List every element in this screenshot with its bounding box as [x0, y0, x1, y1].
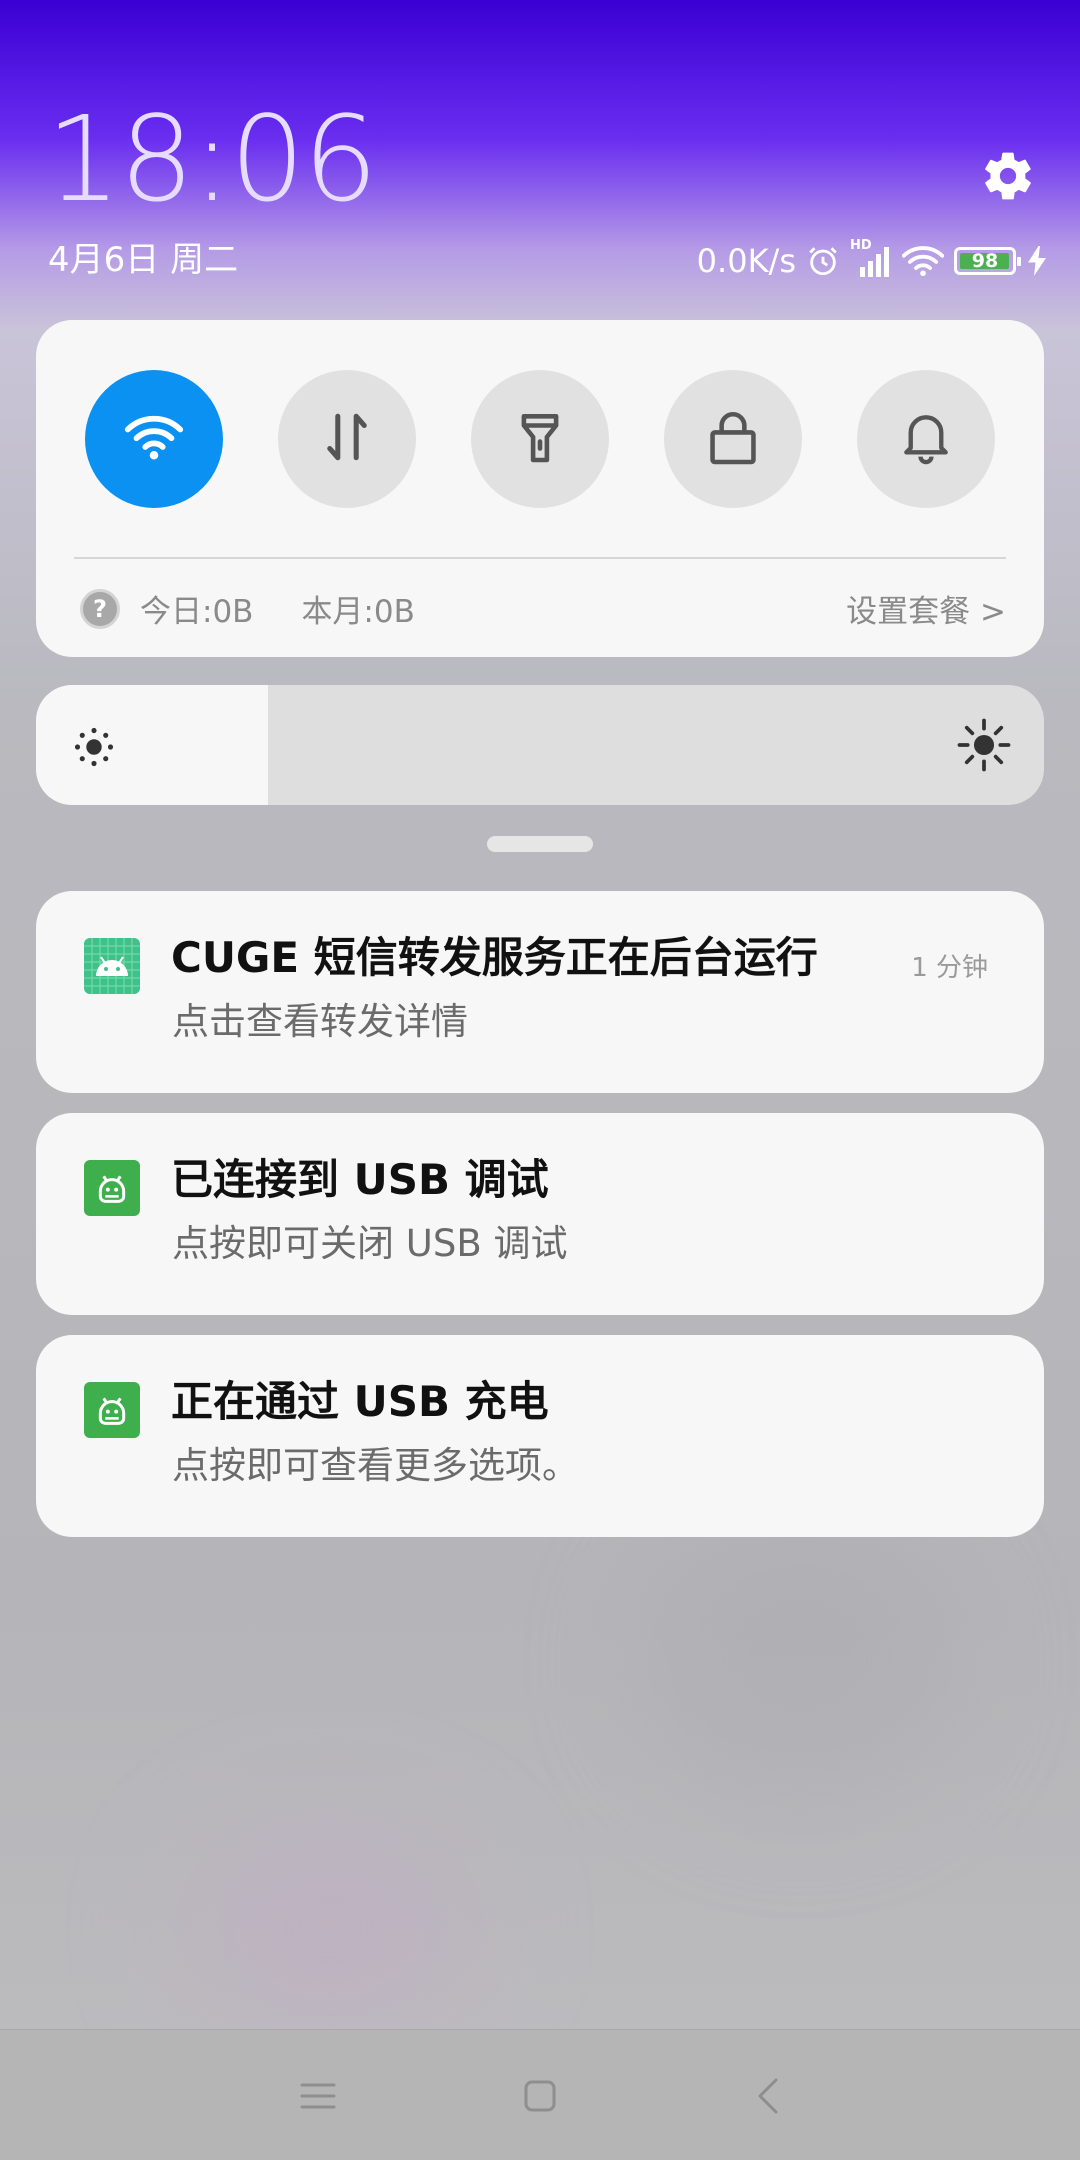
- notification-body: 点击查看转发详情: [172, 1000, 468, 1043]
- notification-title: 正在通过 USB 充电: [171, 1377, 549, 1426]
- flashlight-icon: [517, 409, 563, 469]
- status-bar: 0.0K/s HD 98: [696, 239, 1046, 280]
- wifi-icon: [124, 412, 184, 466]
- drag-handle[interactable]: [487, 836, 593, 852]
- gear-icon[interactable]: [980, 148, 1036, 204]
- brightness-high-icon: [956, 717, 1012, 777]
- back-icon[interactable]: [738, 2066, 798, 2126]
- android-debug-icon: [84, 1382, 140, 1438]
- wifi-status-icon: [902, 245, 944, 277]
- quick-settings-tiles: [85, 370, 995, 508]
- android-debug-icon: [84, 1160, 140, 1216]
- quick-settings-panel: ? 今日:0B 本月:0B 设置套餐 >: [36, 320, 1044, 657]
- wallpaper-blob: [180, 1820, 480, 2040]
- notification-card[interactable]: CUGE 短信转发服务正在后台运行 点击查看转发详情 1 分钟: [36, 891, 1044, 1093]
- set-plan-link[interactable]: 设置套餐 >: [846, 586, 1006, 631]
- brightness-level-fill: [36, 685, 268, 805]
- clock: 18:06: [46, 90, 378, 228]
- bolt-icon: [1028, 246, 1046, 276]
- brightness-low-icon: [72, 725, 116, 773]
- home-icon[interactable]: [510, 2066, 570, 2126]
- alarm-icon: [806, 244, 840, 278]
- notification-body: 点按即可查看更多选项。: [172, 1444, 579, 1487]
- wifi-toggle[interactable]: [85, 370, 223, 508]
- battery-level: 98: [971, 250, 999, 272]
- notification-title: 已连接到 USB 调试: [171, 1155, 549, 1204]
- date-label: 4月6日 周二: [48, 240, 239, 280]
- signal-icon: HD: [850, 239, 892, 277]
- data-usage-row: ? 今日:0B 本月:0B 设置套餐 >: [80, 586, 1006, 631]
- flashlight-toggle[interactable]: [471, 370, 609, 508]
- brightness-slider[interactable]: [36, 685, 1044, 805]
- data-arrows-icon: [324, 409, 370, 469]
- rotation-lock-toggle[interactable]: [664, 370, 802, 508]
- notification-title: CUGE 短信转发服务正在后台运行: [171, 933, 818, 982]
- navigation-bar: [0, 2029, 1080, 2160]
- net-speed: 0.0K/s: [696, 242, 796, 280]
- notification-card[interactable]: 已连接到 USB 调试 点按即可关闭 USB 调试: [36, 1113, 1044, 1315]
- battery-icon: 98: [954, 247, 1021, 275]
- divider: [74, 557, 1006, 559]
- notification-body: 点按即可关闭 USB 调试: [172, 1222, 568, 1265]
- mobile-data-toggle[interactable]: [278, 370, 416, 508]
- wallpaper-blob: [640, 1520, 960, 1800]
- notification-time: 1 分钟: [911, 953, 988, 983]
- lock-icon: [708, 409, 758, 469]
- help-icon[interactable]: ?: [80, 588, 120, 629]
- notification-card[interactable]: 正在通过 USB 充电 点按即可查看更多选项。: [36, 1335, 1044, 1537]
- android-app-icon: [84, 938, 140, 994]
- data-month: 本月:0B: [301, 594, 415, 630]
- data-today: 今日:0B: [140, 594, 254, 630]
- menu-icon[interactable]: [288, 2066, 348, 2126]
- signal-badge: HD: [850, 238, 872, 253]
- sound-toggle[interactable]: [857, 370, 995, 508]
- bell-icon: [902, 409, 950, 469]
